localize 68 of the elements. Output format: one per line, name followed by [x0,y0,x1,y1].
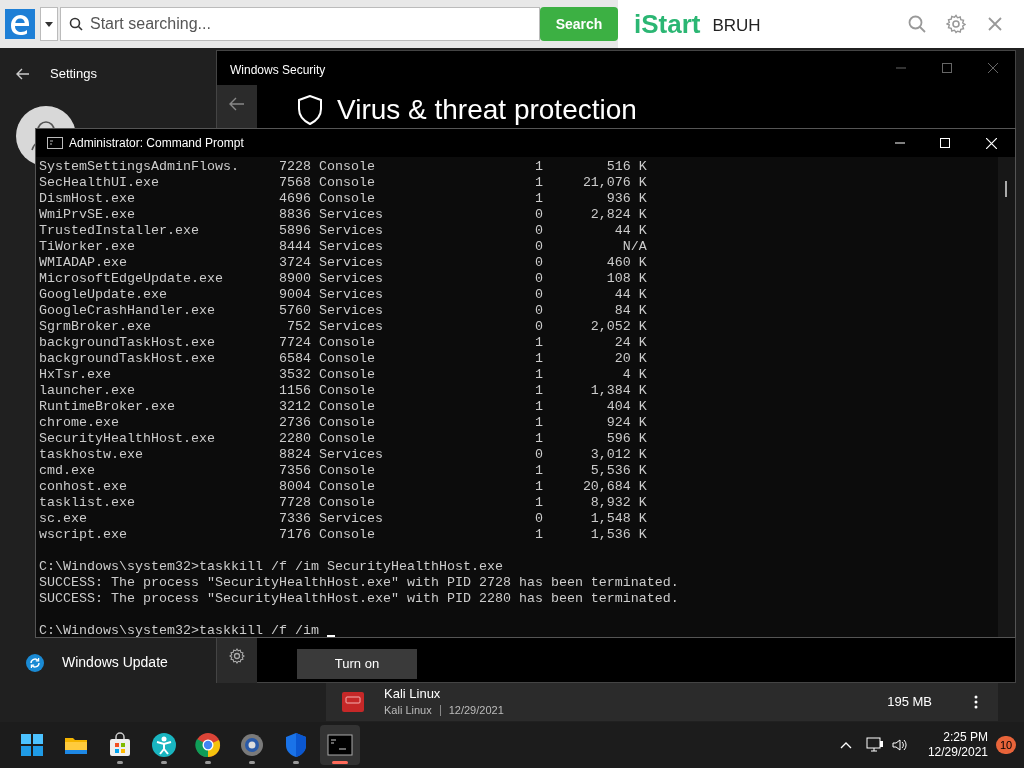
more-options-icon[interactable] [974,695,978,709]
nav-item[interactable]: Windows Update [62,652,168,673]
output-line: SUCCESS: The process "SecurityHealthHost.exe" with PID 2280 has been terminated. [39,591,679,607]
process-row: WMIADAP.exe 3724 Services 0 460 K [39,255,647,271]
text-cursor [326,635,335,637]
app-name: Kali Linux [384,686,442,702]
process-row: SecurityHealthHost.exe 2280 Console 1 596 K [39,431,647,447]
process-row: GoogleUpdate.exe 9004 Services 0 44 K [39,287,647,303]
process-row: TiWorker.exe 8444 Services 0 N/A [39,239,647,255]
process-row: GoogleCrashHandler.exe 5760 Services 0 84 K [39,303,647,319]
process-row: sc.exe 7336 Services 0 1,548 K [39,511,647,527]
dropdown-button[interactable] [40,7,58,41]
process-row: taskhostw.exe 8824 Services 0 3,012 K [39,447,647,463]
user-name: BRUH [712,15,761,38]
clock-date[interactable]: 12/29/2021 [927,745,988,760]
window-title: Administrator: Command Prompt [69,135,244,152]
process-row: launcher.exe 1156 Console 1 1,384 K [39,383,647,399]
browser-logo-icon[interactable] [5,9,35,39]
process-row: WmiPrvSE.exe 8836 Services 0 2,824 K [39,207,647,223]
shield-icon [283,732,309,758]
process-row: SecHealthUI.exe 7568 Console 1 21,076 K [39,175,647,191]
app-logo-icon [342,692,364,712]
process-row: TrustedInstaller.exe 5896 Services 0 44 K [39,223,647,239]
turn-on-button[interactable]: Turn on [297,649,417,679]
update-icon [26,653,44,672]
process-row: tasklist.exe 7728 Console 1 8,932 K [39,495,647,511]
window-title: Windows Security [230,62,326,79]
app-card[interactable]: Kali Linux Kali Linux 12/29/2021 195 MB [326,683,998,721]
clock-time[interactable]: 2:25 PM [943,730,988,745]
search-icon[interactable] [908,15,926,33]
output-line: SUCCESS: The process "SecurityHealthHost.exe" with PID 2728 has been terminated. [39,575,679,591]
volume-icon[interactable] [891,738,908,752]
process-row: SystemSettingsAdminFlows. 7228 Console 1 516 K [39,159,647,175]
process-row: backgroundTaskHost.exe 6584 Console 1 20 K [39,351,647,367]
scrollbar[interactable] [998,157,1015,637]
process-row: wscript.exe 7176 Console 1 1,536 K [39,527,647,543]
page-heading: Virus & threat protection [337,93,637,127]
process-row: SgrmBroker.exe 752 Services 0 2,052 K [39,319,647,335]
caret-icon [45,21,53,27]
notification-badge[interactable]: 10 [996,736,1016,754]
search-icon [69,17,83,31]
process-row: cmd.exe 7356 Console 1 5,536 K [39,463,647,479]
shield-icon [297,95,323,125]
back-arrow-icon[interactable] [16,67,30,80]
process-row: DismHost.exe 4696 Console 1 936 K [39,191,647,207]
process-row: conhost.exe 8004 Console 1 20,684 K [39,479,647,495]
network-icon[interactable] [865,737,884,753]
person-icon [151,732,177,758]
app-size: 195 MB [887,693,932,712]
app-date: 12/29/2021 [448,703,504,718]
process-row: MicrosoftEdgeUpdate.exe 8900 Services 0 108 K [39,271,647,287]
process-row: backgroundTaskHost.exe 7724 Console 1 24 K [39,335,647,351]
store-icon [107,732,133,758]
search-field[interactable]: Start searching... [60,7,540,41]
chevron-up-icon[interactable] [839,741,852,749]
start-icon [19,732,45,758]
process-row: RuntimeBroker.exe 3212 Console 1 404 K [39,399,647,415]
app-publisher: Kali Linux [384,703,432,718]
taskbar-button[interactable] [320,725,360,765]
terminal-icon [47,137,63,149]
process-row: HxTsr.exe 3532 Console 1 4 K [39,367,647,383]
process-row: chrome.exe 2736 Console 1 924 K [39,415,647,431]
app-title: Settings [50,65,97,83]
terminal-icon [327,732,353,758]
brand-logo: iStart [634,7,701,41]
command-input[interactable]: C:\Windows\system32>taskkill /f /im [39,623,319,637]
browser-icon [195,732,221,758]
command-line: C:\Windows\system32>taskkill /f /im SecurityHealthHost.exe [39,559,503,575]
